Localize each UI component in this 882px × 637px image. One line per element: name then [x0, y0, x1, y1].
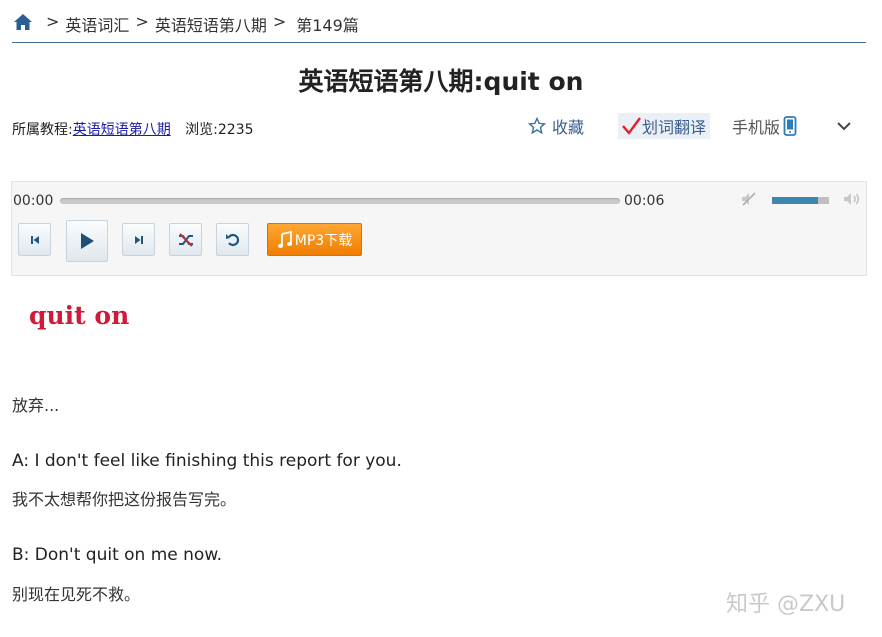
repeat-button[interactable]	[216, 223, 249, 256]
mobile-label: 手机版	[732, 118, 781, 137]
music-note-icon	[277, 230, 292, 248]
play-button[interactable]	[66, 220, 108, 262]
volume-slider[interactable]	[772, 197, 829, 204]
play-icon	[81, 233, 94, 249]
course-label: 所属教程:	[12, 122, 73, 138]
course-link[interactable]: 英语短语第八期	[73, 122, 171, 138]
meta-info: 所属教程:英语短语第八期 浏览:2235	[12, 119, 254, 139]
word-translate-toggle[interactable]: 划词翻译	[618, 113, 711, 139]
chevron-down-icon	[837, 122, 851, 131]
breadcrumb-separator: >	[135, 12, 149, 31]
current-time: 00:00	[13, 193, 54, 209]
checkmark-icon	[622, 117, 641, 135]
audio-player: 00:00 00:06 MP3下载	[11, 181, 867, 276]
breadcrumb-separator: >	[46, 12, 60, 31]
total-time: 00:06	[624, 193, 665, 209]
meaning-text: 放弃...	[12, 396, 60, 415]
breadcrumb-item-vocabulary[interactable]: 英语词汇	[65, 12, 129, 36]
breadcrumb-separator: >	[272, 12, 287, 31]
page-title: 英语短语第八期:quit on	[298, 67, 584, 96]
mp3-download-button[interactable]: MP3下载	[267, 223, 362, 256]
watermark: 知乎 @ZXU	[726, 592, 846, 617]
progress-bar[interactable]	[60, 198, 620, 204]
mobile-version-link[interactable]: 手机版	[732, 112, 797, 140]
shuffle-off-button[interactable]	[169, 223, 202, 256]
skip-forward-icon	[134, 235, 143, 244]
views-label: 浏览:	[185, 122, 218, 138]
dialog-b-english: B: Don't quit on me now.	[12, 545, 223, 565]
dialog-a-english: A: I don't feel like finishing this repo…	[12, 451, 402, 471]
previous-button[interactable]	[18, 223, 51, 256]
volume-fill	[772, 197, 818, 204]
dialog-b-chinese: 别现在见死不救。	[12, 585, 141, 604]
shuffle-off-icon	[178, 232, 193, 247]
mute-icon[interactable]	[740, 190, 758, 208]
mp3-label: MP3下载	[294, 232, 353, 249]
volume-icon[interactable]	[842, 190, 862, 208]
translate-label: 划词翻译	[642, 118, 707, 137]
favorite-button[interactable]: 收藏	[528, 112, 584, 140]
breadcrumb: > 英语词汇 > 英语短语第八期 > 第149篇	[12, 12, 866, 43]
views-count: 2235	[217, 122, 254, 138]
more-dropdown[interactable]	[836, 112, 852, 140]
dialog-a-chinese: 我不太想帮你把这份报告写完。	[12, 490, 237, 509]
phone-icon	[783, 116, 797, 136]
breadcrumb-item-phrases-8[interactable]: 英语短语第八期	[155, 12, 267, 36]
headword: quit on	[29, 301, 130, 330]
favorite-label: 收藏	[552, 118, 585, 137]
skip-back-icon	[30, 235, 39, 244]
repeat-icon	[225, 233, 239, 246]
star-icon	[528, 117, 546, 135]
breadcrumb-item-current: 第149篇	[296, 16, 359, 35]
home-icon[interactable]	[12, 11, 34, 33]
next-button[interactable]	[122, 223, 155, 256]
